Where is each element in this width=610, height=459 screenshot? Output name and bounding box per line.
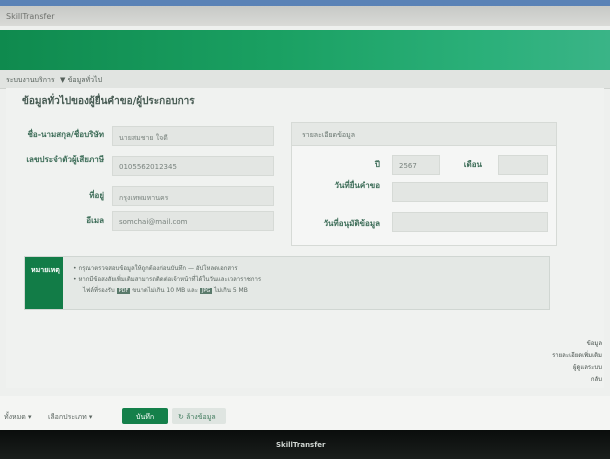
app-header-bar bbox=[0, 30, 610, 70]
field-label-email: อีเมล bbox=[86, 216, 104, 225]
side-text-d: กลับ bbox=[590, 376, 602, 383]
subnav-item-services[interactable]: ระบบงานบริการ bbox=[6, 75, 55, 86]
field-label-address: ที่อยู่ bbox=[89, 191, 104, 200]
note-line-2: • หากมีข้อสงสัยเพิ่มเติมสามารถติดต่อเจ้า… bbox=[73, 276, 262, 283]
filter-select-all[interactable]: ทั้งหมด ▾ bbox=[4, 412, 32, 423]
month-select[interactable] bbox=[498, 155, 548, 175]
save-button-label: บันทึก bbox=[136, 413, 155, 421]
year-label: ปี bbox=[374, 160, 380, 169]
sub-navigation: ระบบงานบริการ ▼ ข้อมูลทั่วไป bbox=[0, 70, 610, 89]
note-line-3: ไฟล์ที่รองรับ PDF ขนาดไม่เกิน 10 MB และ … bbox=[83, 285, 248, 295]
note-line-1: • กรุณาตรวจสอบข้อมูลให้ถูกต้องก่อนบันทึก… bbox=[73, 265, 238, 272]
request-date-label: วันที่ยื่นคำขอ bbox=[334, 181, 380, 190]
reset-button[interactable]: ↻ ล้างข้อมูล bbox=[172, 408, 226, 424]
footer-text: SkillTransfer bbox=[276, 441, 326, 449]
filter-select-type[interactable]: เลือกประเภท ▾ bbox=[48, 412, 92, 423]
approve-date-label: วันที่อนุมัติข้อมูล bbox=[323, 219, 380, 228]
address-field[interactable]: กรุงเทพมหานคร bbox=[112, 186, 274, 206]
note-box: หมายเหตุ • กรุณาตรวจสอบข้อมูลให้ถูกต้องก… bbox=[24, 256, 550, 310]
name-field[interactable]: นายสมชาย ใจดี bbox=[112, 126, 274, 146]
side-text-c: ผู้ดูแลระบบ bbox=[572, 364, 602, 371]
details-box-header: รายละเอียดข้อมูล bbox=[292, 123, 556, 146]
side-text-b: รายละเอียดเพิ่มเติม bbox=[552, 352, 602, 359]
field-label-name: ชื่อ-นามสกุล/ชื่อบริษัท bbox=[27, 130, 105, 139]
note-line-3c: ไม่เกิน 5 MB bbox=[214, 287, 248, 294]
details-box-title: รายละเอียดข้อมูล bbox=[302, 131, 355, 139]
reset-button-label: ↻ ล้างข้อมูล bbox=[178, 413, 216, 421]
month-label: เดือน bbox=[463, 160, 482, 169]
section-title: ข้อมูลทั่วไปของผู้ยื่นคำขอ/ผู้ประกอบการ bbox=[22, 96, 195, 107]
window-title: SkillTransfer bbox=[6, 12, 55, 21]
note-line-3a: ไฟล์ที่รองรับ bbox=[83, 287, 115, 294]
approve-date-field[interactable] bbox=[392, 212, 548, 232]
request-date-field[interactable] bbox=[392, 182, 548, 202]
jpg-chip: JPG bbox=[199, 288, 213, 294]
subnav-item-general[interactable]: ▼ ข้อมูลทั่วไป bbox=[60, 75, 102, 86]
page-footer: SkillTransfer bbox=[0, 430, 610, 459]
field-label-taxid: เลขประจำตัวผู้เสียภาษี bbox=[26, 155, 104, 164]
email-field[interactable]: somchai@mail.com bbox=[112, 211, 274, 231]
taxid-field[interactable]: 0105562012345 bbox=[112, 156, 274, 176]
note-tag-label: หมายเหตุ bbox=[31, 266, 60, 274]
window-titlebar: SkillTransfer bbox=[0, 6, 610, 26]
pdf-chip: PDF bbox=[116, 288, 131, 294]
note-tag: หมายเหตุ bbox=[25, 257, 63, 309]
side-text-a: ข้อมูล bbox=[586, 340, 602, 347]
note-line-3b: ขนาดไม่เกิน 10 MB และ bbox=[132, 287, 198, 294]
save-button[interactable]: บันทึก bbox=[122, 408, 168, 424]
